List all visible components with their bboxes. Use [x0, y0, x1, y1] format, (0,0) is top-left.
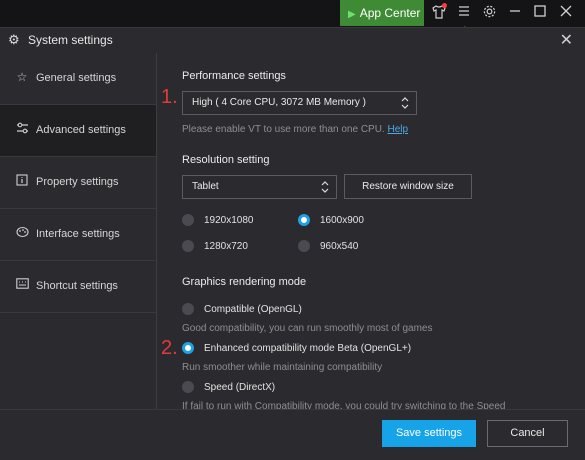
advanced-settings-panel: Performance settings High ( 4 Core CPU, … — [157, 53, 585, 409]
sidebar-item-advanced[interactable]: Advanced settings — [0, 105, 156, 157]
system-settings-dialog: ⚙ System settings ✕ ☆ General settings A… — [0, 27, 585, 460]
radio-1600x900[interactable] — [298, 214, 310, 226]
select-arrows-icon — [321, 176, 329, 206]
dialog-close-icon[interactable]: ✕ — [560, 30, 573, 50]
sidebar-item-shortcut[interactable]: Shortcut settings — [0, 261, 156, 313]
star-icon: ☆ — [16, 70, 28, 84]
radio-speed-directx[interactable] — [182, 381, 194, 393]
sidebar-item-label: Shortcut settings — [36, 280, 118, 292]
radio-label: Compatible (OpenGL) — [204, 304, 302, 315]
vt-hint: Please enable VT to use more than one CP… — [182, 124, 408, 135]
help-link[interactable]: Help — [388, 124, 409, 135]
sidebar-item-label: Property settings — [36, 176, 119, 188]
radio-1920x1080[interactable] — [182, 214, 194, 226]
app-center-button[interactable]: ▶ App Center — [340, 0, 424, 26]
annotation-step-2: 2. — [161, 337, 178, 359]
dialog-title: System settings — [28, 33, 113, 47]
radio-compatible-opengl[interactable] — [182, 303, 194, 315]
dialog-titlebar: ⚙ System settings ✕ — [0, 28, 585, 52]
radio-enhanced-opengl-plus[interactable] — [182, 342, 194, 354]
radio-label: Enhanced compatibility mode Beta (OpenGL… — [204, 343, 412, 354]
play-icon: ▶ — [348, 9, 356, 20]
keyboard-icon — [15, 278, 29, 292]
option-description: Good compatibility, you can run smoothly… — [182, 323, 433, 334]
app-center-label: App Center — [359, 6, 421, 20]
info-icon — [15, 174, 29, 189]
device-type-value: Tablet — [192, 181, 219, 192]
settings-sidebar: ☆ General settings Advanced settings Pro… — [0, 53, 157, 409]
sidebar-item-property[interactable]: Property settings — [0, 157, 156, 209]
dialog-footer: Save settings Cancel — [0, 409, 585, 460]
vt-hint-text: Please enable VT to use more than one CP… — [182, 124, 385, 135]
radio-label: Speed (DirectX) — [204, 382, 276, 393]
settings-gear-icon: ⚙ — [8, 32, 20, 47]
option-description: If fail to run with Compatibility mode, … — [182, 401, 506, 409]
gear-icon[interactable] — [480, 4, 498, 22]
save-settings-button[interactable]: Save settings — [382, 420, 476, 447]
minimize-icon[interactable] — [506, 4, 524, 22]
radio-label: 960x540 — [320, 241, 359, 252]
menu-icon[interactable] — [455, 4, 473, 22]
sidebar-item-general[interactable]: ☆ General settings — [0, 53, 156, 105]
radio-label: 1920x1080 — [204, 215, 254, 226]
performance-heading: Performance settings — [182, 70, 286, 82]
sliders-icon — [15, 122, 29, 137]
palette-icon — [15, 226, 29, 241]
restore-window-size-button[interactable]: Restore window size — [344, 174, 472, 199]
sidebar-item-label: General settings — [36, 72, 117, 84]
radio-label: 1600x900 — [320, 215, 364, 226]
select-arrows-icon — [401, 92, 409, 122]
notification-dot — [442, 3, 447, 8]
radio-label: 1280x720 — [204, 241, 248, 252]
cancel-button[interactable]: Cancel — [487, 420, 568, 447]
radio-960x540[interactable] — [298, 240, 310, 252]
close-icon[interactable] — [557, 4, 575, 22]
sidebar-item-interface[interactable]: Interface settings — [0, 209, 156, 261]
radio-1280x720[interactable] — [182, 240, 194, 252]
sidebar-item-label: Interface settings — [36, 228, 120, 240]
option-description: Run smoother while maintaining compatibi… — [182, 362, 383, 373]
performance-select-value: High ( 4 Core CPU, 3072 MB Memory ) — [192, 97, 366, 108]
maximize-icon[interactable] — [531, 4, 549, 22]
sidebar-item-label: Advanced settings — [36, 124, 126, 136]
device-type-select[interactable]: Tablet — [182, 175, 337, 199]
resolution-heading: Resolution setting — [182, 154, 270, 166]
graphics-heading: Graphics rendering mode — [182, 276, 307, 288]
annotation-step-1: 1. — [161, 86, 178, 108]
performance-select[interactable]: High ( 4 Core CPU, 3072 MB Memory ) — [182, 91, 417, 115]
